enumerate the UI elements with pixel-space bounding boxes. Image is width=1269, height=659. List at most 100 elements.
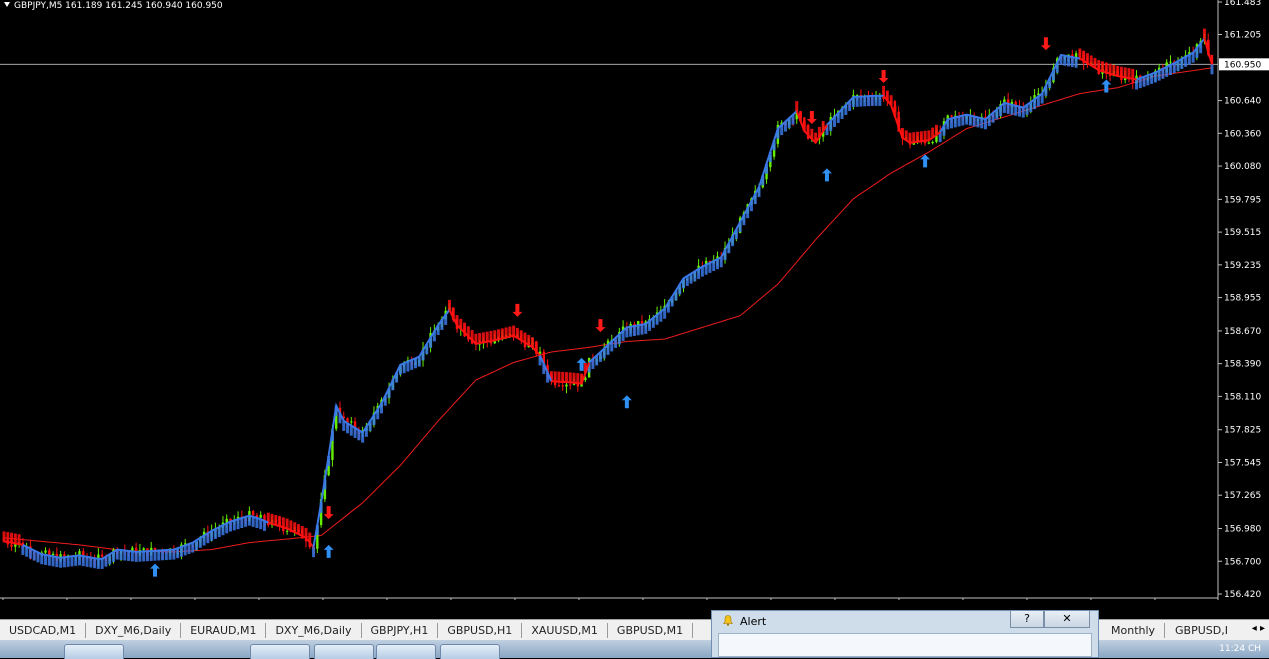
candle-body xyxy=(63,554,66,557)
trend-bar xyxy=(1210,64,1214,75)
trend-bar xyxy=(866,96,870,107)
taskbar-button[interactable] xyxy=(250,644,310,659)
buy-arrow-icon xyxy=(323,544,334,558)
trend-bar xyxy=(145,551,149,562)
chart-tab[interactable]: GBPUSD,H1 xyxy=(438,623,523,638)
trend-bar xyxy=(270,513,274,524)
chart-tab[interactable]: XAUUSD,M1 xyxy=(522,623,608,638)
candle-body xyxy=(489,342,493,344)
trend-bar xyxy=(236,519,240,530)
candle-body xyxy=(950,115,953,117)
bell-icon xyxy=(723,615,733,626)
price-tick-label: 157.545 xyxy=(1224,458,1261,468)
trend-bar xyxy=(508,326,512,337)
buy-arrow-icon xyxy=(821,168,832,182)
trend-bar xyxy=(74,555,78,566)
trend-bar xyxy=(1074,57,1078,68)
chart-tab[interactable]: EURAUD,M1 xyxy=(181,623,267,638)
chart-tab[interactable]: GBPUSD,M1 xyxy=(608,623,694,638)
trend-bar xyxy=(1131,68,1135,79)
trend-bar xyxy=(10,532,14,543)
trend-bar xyxy=(950,118,954,129)
trend-bar xyxy=(493,330,497,341)
alert-content xyxy=(718,633,1092,657)
taskbar-button[interactable] xyxy=(314,644,374,659)
trend-bar xyxy=(980,118,984,129)
trend-bar xyxy=(1116,66,1120,77)
trend-bar xyxy=(1067,56,1071,67)
candle-body xyxy=(14,544,17,547)
tab-scroll-arrows[interactable]: ◂ ▸ xyxy=(1252,623,1265,634)
trend-bar xyxy=(984,119,987,130)
chart-tab[interactable]: GBPJPY,H1 xyxy=(362,623,439,638)
trend-bar xyxy=(70,556,74,567)
trend-bar xyxy=(251,516,255,527)
candle-body xyxy=(572,383,576,385)
candle-body xyxy=(931,142,934,144)
chart-tab[interactable]: DXY_M6,Daily xyxy=(266,623,362,638)
candle-body xyxy=(557,385,561,387)
sell-arrow-icon xyxy=(1040,37,1051,51)
taskbar-button[interactable] xyxy=(64,644,124,659)
alert-window[interactable]: Alert ? ✕ xyxy=(711,610,1099,658)
candle-body xyxy=(927,142,931,144)
trend-bar xyxy=(183,545,187,556)
trend-bar xyxy=(1153,72,1157,83)
trend-line xyxy=(22,514,269,560)
close-button[interactable]: ✕ xyxy=(1044,611,1090,628)
sell-arrow-icon xyxy=(878,70,889,84)
trend-bar xyxy=(1021,107,1025,118)
moving-average-line xyxy=(3,67,1213,553)
candle-body xyxy=(569,384,572,386)
trend-bar xyxy=(957,116,961,127)
price-tick-label: 157.265 xyxy=(1224,491,1261,501)
trend-bar xyxy=(247,515,251,526)
trend-bar xyxy=(553,371,557,382)
trend-bar xyxy=(149,550,153,561)
sell-arrow-icon xyxy=(323,506,334,520)
trend-bar xyxy=(85,556,89,567)
price-chart[interactable]: 161.483 161.205 160.640 160.360 160.080 159.7… xyxy=(0,0,1269,600)
trend-bar xyxy=(572,372,576,383)
trend-bar xyxy=(161,550,165,561)
trend-bar xyxy=(497,329,501,340)
price-tick-label: 159.515 xyxy=(1224,228,1261,238)
candle-body xyxy=(100,554,104,557)
chart-tab[interactable]: USDCAD,M1 xyxy=(0,623,87,638)
trend-bar xyxy=(1010,104,1014,115)
chart-tab[interactable]: DXY_M6,Daily xyxy=(86,623,182,638)
trend-bar xyxy=(40,554,44,565)
trend-bar xyxy=(278,516,282,527)
trend-line xyxy=(588,110,798,364)
chart-tab[interactable]: GBPUSD,I xyxy=(1166,623,1237,638)
trend-bar xyxy=(1138,78,1142,89)
trend-bar xyxy=(138,551,142,562)
trend-bar xyxy=(78,555,81,566)
trend-bar xyxy=(972,116,976,127)
help-button[interactable]: ? xyxy=(1010,611,1044,628)
buy-arrow-icon xyxy=(1101,79,1112,93)
taskbar-button[interactable] xyxy=(376,644,436,659)
price-tick-label: 158.390 xyxy=(1224,360,1261,370)
trend-bar xyxy=(47,555,51,566)
price-tick-label: 156.700 xyxy=(1224,557,1261,567)
trend-bar xyxy=(859,96,863,107)
chart-area[interactable]: 161.483 161.205 160.640 160.360 160.080 159.7… xyxy=(0,0,1269,600)
trend-bar xyxy=(176,548,180,559)
trend-bar xyxy=(127,550,131,561)
trend-bar xyxy=(795,101,799,112)
trend-bar xyxy=(1063,55,1067,66)
trend-bar xyxy=(923,130,927,141)
trend-bar xyxy=(96,558,100,569)
chart-tab[interactable]: Monthly xyxy=(1102,623,1166,638)
trend-bar xyxy=(878,95,882,106)
taskbar-button[interactable] xyxy=(440,644,500,659)
trend-bar xyxy=(874,95,878,106)
chart-title-text: GBPJPY,M5 161.189 161.245 160.940 160.95… xyxy=(14,1,223,11)
price-tick-label: 159.235 xyxy=(1224,261,1261,271)
trend-bar xyxy=(1104,62,1108,73)
price-tick-label: 161.483 xyxy=(1224,0,1261,8)
trend-bar xyxy=(568,372,572,383)
price-tick-label: 157.825 xyxy=(1224,426,1261,436)
trend-bar xyxy=(93,558,97,569)
